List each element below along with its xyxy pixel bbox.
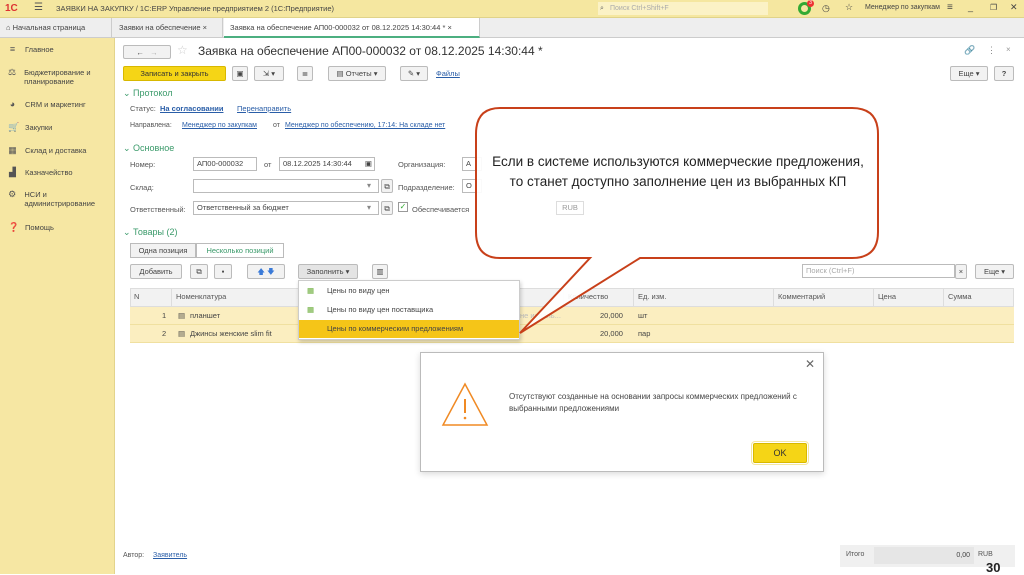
currency-field[interactable]: RUB: [556, 201, 584, 215]
callout-text: Если в системе используются коммерческие…: [492, 154, 864, 189]
callout-shape: [475, 107, 879, 334]
